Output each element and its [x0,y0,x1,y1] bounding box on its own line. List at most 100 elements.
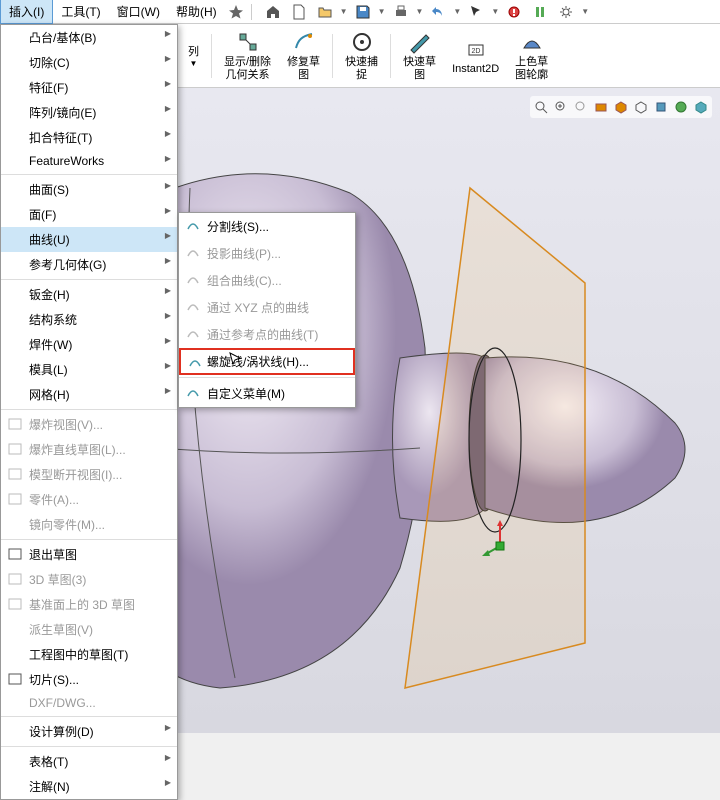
menu-label: 3D 草图(3) [29,573,86,587]
submenu-item[interactable]: 自定义菜单(M) [179,380,355,407]
print-icon[interactable] [393,4,409,20]
view-orient-icon[interactable] [612,98,630,116]
save-icon[interactable] [355,4,371,20]
submenu-label: 通过参考点的曲线(T) [207,328,318,342]
menu-label: 曲面(S) [29,183,69,197]
dropdown-arrow-icon[interactable]: ▼ [340,7,348,16]
separator [1,409,177,410]
tb-repair-sketch[interactable]: 修复草 图 [279,26,328,84]
dropdown-arrow-icon[interactable]: ▼ [581,7,589,16]
menu-label: 阵列/镜向(E) [29,106,96,120]
settings-icon[interactable] [558,4,574,20]
menu-icon [7,596,23,612]
open-icon[interactable] [317,4,333,20]
display-style-icon[interactable] [632,98,650,116]
submenu-item: 投影曲线(P)... [179,240,355,267]
separator [179,377,355,378]
menu-item[interactable]: FeatureWorks [1,150,177,172]
menu-window[interactable]: 窗口(W) [109,0,168,23]
menu-item[interactable]: 焊件(W) [1,332,177,357]
menu-label: 零件(A)... [29,493,79,507]
tb-quick-sketch[interactable]: 快速草 图 [395,26,444,84]
menu-item[interactable]: 工程图中的草图(T) [1,642,177,667]
tb-quick-snap[interactable]: 快速捕 捉 [337,26,386,84]
rebuild2-icon[interactable] [532,4,548,20]
submenu-label: 投影曲线(P)... [207,247,281,261]
separator [1,746,177,747]
menu-label: 模具(L) [29,363,68,377]
menu-insert[interactable]: 插入(I) [0,0,53,24]
menu-item[interactable]: 注解(N) [1,774,177,799]
rebuild-icon[interactable] [506,4,522,20]
hide-show-icon[interactable] [652,98,670,116]
menu-item[interactable]: 阵列/镜向(E) [1,100,177,125]
tb-label: 修复草 图 [287,56,320,80]
menubar: 插入(I) 工具(T) 窗口(W) 帮助(H) ▼ ▼ ▼ ▼ ▼ ▼ [0,0,720,24]
menu-item: 爆炸直线草图(L)... [1,437,177,462]
menu-label: 工程图中的草图(T) [29,648,128,662]
menu-item[interactable]: 切片(S)... [1,667,177,692]
menu-item[interactable]: 表格(T) [1,749,177,774]
tb-array[interactable]: 列 ▼ [180,39,207,72]
section-icon[interactable] [592,98,610,116]
menu-item: 镜向零件(M)... [1,512,177,537]
submenu-icon [185,271,201,287]
submenu-label: 分割线(S)... [207,220,269,234]
dropdown-arrow-icon[interactable]: ▼ [491,7,499,16]
menu-item[interactable]: 模具(L) [1,357,177,382]
select-icon[interactable] [468,4,484,20]
menu-item[interactable]: 切除(C) [1,50,177,75]
menu-item[interactable]: 结构系统 [1,307,177,332]
dropdown-arrow-icon[interactable]: ▼ [453,7,461,16]
menu-item[interactable]: 退出草图 [1,542,177,567]
menu-label: 切除(C) [29,56,70,70]
tb-instant2d[interactable]: 2D Instant2D [444,33,507,79]
menu-item[interactable]: 网格(H) [1,382,177,407]
menu-item[interactable]: 曲线(U) [1,227,177,252]
menu-help[interactable]: 帮助(H) [168,0,225,23]
separator [211,34,212,78]
dropdown-arrow-icon[interactable]: ▼ [416,7,424,16]
appearance-icon[interactable] [672,98,690,116]
submenu-icon [187,354,203,370]
menu-item[interactable]: 设计算例(D) [1,719,177,744]
home-icon[interactable] [265,4,281,20]
menu-label: 注解(N) [29,780,70,794]
tb-show-relations[interactable]: 显示/删除 几何关系 [216,26,279,84]
dropdown-arrow-icon[interactable]: ▼ [378,7,386,16]
tb-shade-sketch[interactable]: 上色草 图轮廓 [507,26,556,84]
submenu-label: 螺旋线/涡状线(H)... [207,355,309,369]
menu-item[interactable]: 凸台/基体(B) [1,25,177,50]
menu-item[interactable]: 参考几何体(G) [1,252,177,277]
prev-view-icon[interactable] [572,98,590,116]
zoom-area-icon[interactable] [552,98,570,116]
menu-item[interactable]: 特征(F) [1,75,177,100]
zoom-fit-icon[interactable] [532,98,550,116]
menu-item[interactable]: 面(F) [1,202,177,227]
submenu-label: 通过 XYZ 点的曲线 [207,301,309,315]
menu-icon [7,571,23,587]
menu-label: 模型断开视图(I)... [29,468,122,482]
menu-tools[interactable]: 工具(T) [53,0,108,23]
menu-item[interactable]: 曲面(S) [1,177,177,202]
menu-icon [7,546,23,562]
submenu-icon [185,298,201,314]
scene-icon[interactable] [692,98,710,116]
menu-item: 模型断开视图(I)... [1,462,177,487]
menu-label: 爆炸视图(V)... [29,418,103,432]
menu-item[interactable]: 钣金(H) [1,282,177,307]
menu-item[interactable]: 扣合特征(T) [1,125,177,150]
menu-label: 网格(H) [29,388,70,402]
new-icon[interactable] [291,4,307,20]
undo-icon[interactable] [430,4,446,20]
orientation-triad[interactable] [480,518,520,558]
submenu-item[interactable]: 分割线(S)... [179,213,355,240]
pin-icon[interactable] [228,4,244,20]
submenu-item-helix[interactable]: 螺旋线/涡状线(H)... [179,348,355,375]
submenu-label: 组合曲线(C)... [207,274,282,288]
menu-label: 参考几何体(G) [29,258,106,272]
separator [390,34,391,78]
menu-label: 特征(F) [29,81,68,95]
menu-label: 爆炸直线草图(L)... [29,443,126,457]
view-toolbar [530,96,712,118]
